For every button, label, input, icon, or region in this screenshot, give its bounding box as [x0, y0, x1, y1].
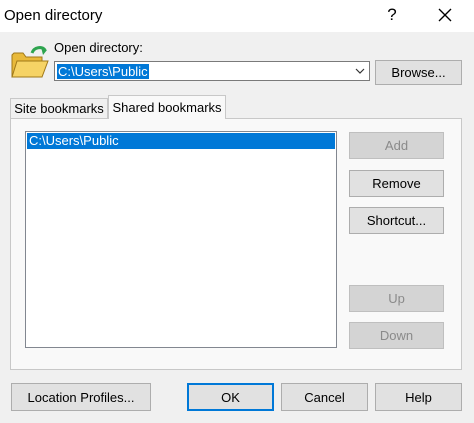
directory-input-value[interactable]: C:\Users\Public [57, 64, 149, 79]
location-profiles-button[interactable]: Location Profiles... [11, 383, 151, 411]
tab-shared-bookmarks[interactable]: Shared bookmarks [108, 95, 226, 119]
add-button[interactable]: Add [349, 132, 444, 159]
shortcut-button[interactable]: Shortcut... [349, 207, 444, 234]
help-titlebar-button[interactable]: ? [381, 3, 403, 27]
close-icon [438, 8, 452, 22]
list-item[interactable]: C:\Users\Public [27, 133, 335, 149]
title-bar: Open directory ? [0, 0, 474, 32]
cancel-button[interactable]: Cancel [281, 383, 368, 411]
remove-button[interactable]: Remove [349, 170, 444, 197]
open-directory-label: Open directory: [54, 40, 143, 55]
close-button[interactable] [433, 3, 457, 27]
ok-button[interactable]: OK [187, 383, 274, 411]
up-button[interactable]: Up [349, 285, 444, 312]
tab-site-bookmarks[interactable]: Site bookmarks [10, 98, 108, 118]
browse-button[interactable]: Browse... [375, 60, 462, 85]
open-folder-icon [10, 43, 50, 81]
bookmarks-list[interactable]: C:\Users\Public [25, 131, 337, 348]
chevron-down-icon[interactable] [353, 65, 367, 77]
help-button[interactable]: Help [375, 383, 462, 411]
directory-combobox[interactable]: C:\Users\Public [54, 61, 370, 81]
window-title: Open directory [4, 7, 103, 24]
down-button[interactable]: Down [349, 322, 444, 349]
